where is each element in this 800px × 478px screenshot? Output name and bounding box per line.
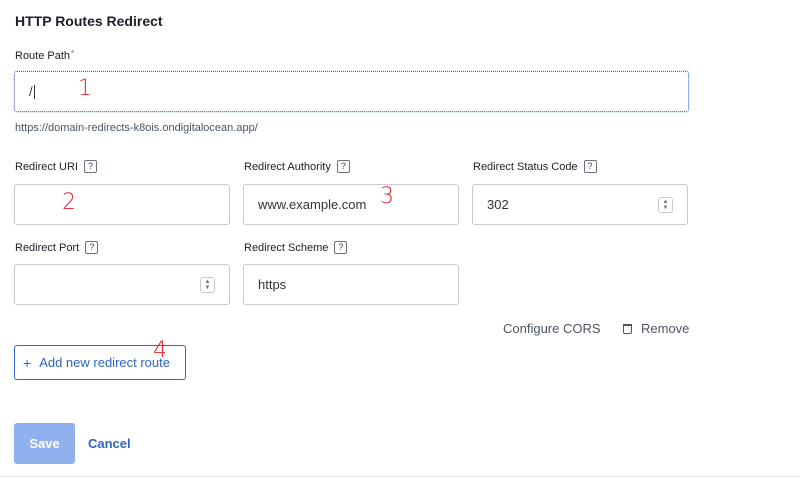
help-icon[interactable]: ?: [83, 160, 97, 173]
text-caret: [33, 84, 35, 99]
annotation-1: 1: [78, 76, 92, 101]
annotation-3: 3: [380, 184, 394, 209]
required-marker: *: [71, 48, 75, 58]
save-button[interactable]: Save: [14, 423, 75, 464]
redirect-status-code-label: Redirect Status Code ?: [473, 160, 597, 173]
help-icon[interactable]: ?: [85, 241, 99, 254]
stepper-icon[interactable]: ▲ ▼: [658, 197, 673, 213]
redirect-uri-label-text: Redirect URI: [15, 160, 78, 173]
route-path-label-text: Route Path: [15, 50, 71, 62]
help-icon[interactable]: ?: [334, 241, 348, 254]
annotation-4: 4: [153, 338, 167, 363]
redirect-scheme-value: https: [258, 277, 287, 292]
route-path-hint: https://domain-redirects-k8ois.ondigital…: [15, 122, 258, 134]
redirect-authority-label-text: Redirect Authority: [244, 160, 331, 173]
redirect-scheme-label-text: Redirect Scheme: [244, 241, 329, 254]
remove-button[interactable]: Remove: [623, 321, 689, 336]
redirect-port-input[interactable]: ▲ ▼: [14, 264, 230, 305]
route-path-value: /: [29, 84, 33, 99]
stepper-icon[interactable]: ▲ ▼: [200, 277, 215, 293]
redirect-port-label-text: Redirect Port: [15, 241, 80, 254]
trash-icon: [623, 323, 632, 334]
redirect-authority-value: www.example.com: [258, 197, 367, 212]
plus-icon: +: [23, 354, 32, 371]
section-title: HTTP Routes Redirect: [15, 13, 163, 29]
redirect-status-code-label-text: Redirect Status Code: [473, 160, 578, 173]
add-redirect-route-label: Add new redirect route: [39, 355, 170, 370]
redirect-scheme-input[interactable]: https: [243, 264, 459, 305]
redirect-status-code-value: 302: [487, 197, 509, 212]
redirect-port-label: Redirect Port ?: [15, 241, 99, 254]
footer-divider: [0, 476, 800, 477]
redirect-uri-input[interactable]: [14, 184, 230, 225]
redirect-authority-input[interactable]: www.example.com: [243, 184, 459, 225]
route-path-input[interactable]: /: [14, 71, 689, 112]
help-icon[interactable]: ?: [583, 160, 597, 173]
redirect-uri-label: Redirect URI ?: [15, 160, 97, 173]
redirect-status-code-input[interactable]: 302 ▲ ▼: [472, 184, 688, 225]
help-icon[interactable]: ?: [336, 160, 350, 173]
configure-cors-link[interactable]: Configure CORS: [503, 321, 601, 336]
annotation-2: 2: [62, 190, 76, 215]
route-path-label: Route Path *: [15, 48, 75, 63]
remove-label: Remove: [641, 321, 690, 336]
cancel-button[interactable]: Cancel: [88, 436, 131, 451]
redirect-scheme-label: Redirect Scheme ?: [244, 241, 348, 254]
redirect-authority-label: Redirect Authority ?: [244, 160, 350, 173]
